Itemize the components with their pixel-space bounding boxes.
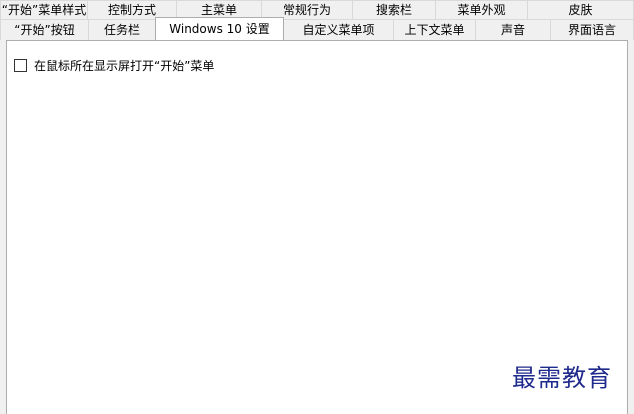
tab-skin[interactable]: 皮肤 — [527, 0, 634, 19]
tab-windows10-settings[interactable]: Windows 10 设置 — [155, 17, 284, 40]
tab-row-top: “开始”菜单样式 控制方式 主菜单 常规行为 搜索栏 菜单外观 皮肤 — [0, 0, 634, 19]
tab-context-menu[interactable]: 上下文菜单 — [393, 19, 476, 40]
tab-row-bottom: “开始”按钮 任务栏 Windows 10 设置 自定义菜单项 上下文菜单 声音… — [0, 17, 634, 40]
tab-sound[interactable]: 声音 — [475, 19, 551, 40]
tab-menu-appearance[interactable]: 菜单外观 — [435, 0, 528, 19]
tab-start-menu-style[interactable]: “开始”菜单样式 — [0, 0, 88, 19]
watermark-text: 最需教育 — [512, 364, 612, 392]
settings-panel: 在鼠标所在显示屏打开“开始”菜单 — [6, 40, 628, 414]
tab-custom-menu-items[interactable]: 自定义菜单项 — [283, 19, 394, 40]
tab-start-button[interactable]: “开始”按钮 — [0, 19, 89, 40]
open-start-on-mouse-monitor-option[interactable]: 在鼠标所在显示屏打开“开始”菜单 — [14, 59, 214, 72]
tab-search-bar[interactable]: 搜索栏 — [352, 0, 436, 19]
open-start-on-mouse-monitor-checkbox[interactable] — [14, 59, 27, 72]
open-start-on-mouse-monitor-label: 在鼠标所在显示屏打开“开始”菜单 — [34, 58, 215, 73]
tab-interface-language[interactable]: 界面语言 — [550, 19, 634, 40]
tab-taskbar[interactable]: 任务栏 — [88, 19, 156, 40]
settings-window: “开始”菜单样式 控制方式 主菜单 常规行为 搜索栏 菜单外观 皮肤 “开始”按… — [0, 0, 634, 414]
